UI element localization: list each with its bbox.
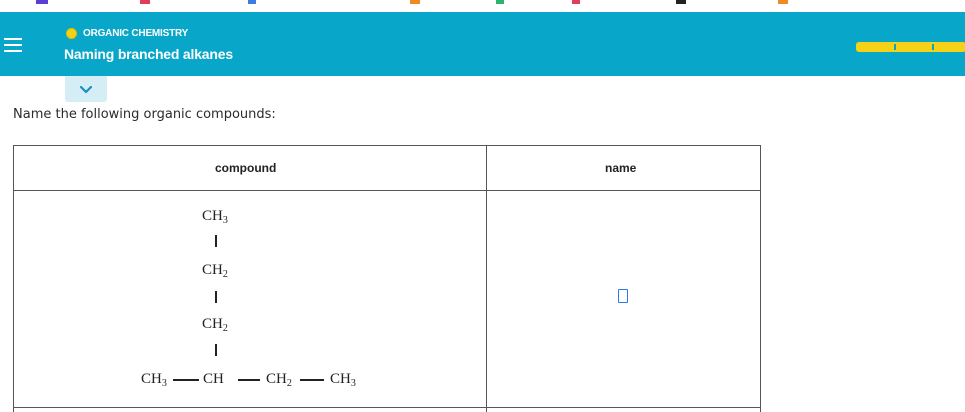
strip-mark xyxy=(676,0,686,4)
progress-segment xyxy=(934,44,964,50)
column-header-compound: compound xyxy=(215,161,277,175)
progress-segment xyxy=(896,44,932,50)
header-bar: ORGANIC CHEMISTRY Naming branched alkane… xyxy=(0,12,965,76)
topic-row: ORGANIC CHEMISTRY xyxy=(66,28,188,39)
header-divider xyxy=(14,190,760,191)
lesson-title: Naming branched alkanes xyxy=(64,46,233,62)
column-header-name: name xyxy=(605,161,637,175)
strip-mark xyxy=(572,0,580,4)
chem-group: CH3 xyxy=(141,371,167,389)
column-divider xyxy=(486,146,487,412)
chem-group: CH2 xyxy=(202,316,228,334)
collapse-header-button[interactable] xyxy=(65,76,107,102)
strip-mark xyxy=(778,0,788,4)
progress-bar xyxy=(856,42,965,52)
chem-group: CH2 xyxy=(202,262,228,280)
strip-mark xyxy=(36,0,48,4)
strip-mark xyxy=(410,0,420,4)
progress-segment xyxy=(858,44,894,50)
strip-mark xyxy=(248,0,256,4)
chem-group: CH3 xyxy=(330,371,356,389)
chem-group: CH xyxy=(203,371,224,387)
chem-group: CH2 xyxy=(266,371,292,389)
single-bond xyxy=(215,235,217,247)
strip-mark xyxy=(140,0,150,4)
single-bond xyxy=(173,379,199,381)
single-bond xyxy=(215,344,217,356)
page: ORGANIC CHEMISTRY Naming branched alkane… xyxy=(0,0,965,412)
chem-group: CH3 xyxy=(202,208,228,226)
topic-status-dot-icon xyxy=(66,28,77,39)
compound-name-input[interactable] xyxy=(618,289,628,303)
single-bond xyxy=(215,291,217,303)
top-color-strip xyxy=(0,0,965,12)
question-prompt: Name the following organic compounds: xyxy=(13,107,276,122)
row-divider xyxy=(14,407,760,408)
topic-label: ORGANIC CHEMISTRY xyxy=(83,28,189,39)
chevron-down-icon xyxy=(79,85,93,93)
hamburger-menu-icon[interactable] xyxy=(4,38,22,54)
single-bond xyxy=(300,379,324,381)
compound-table: compound name CH3 CH2 CH2 CH3 CH CH2 CH3 xyxy=(13,145,761,412)
single-bond xyxy=(238,379,260,381)
strip-mark xyxy=(496,0,504,4)
